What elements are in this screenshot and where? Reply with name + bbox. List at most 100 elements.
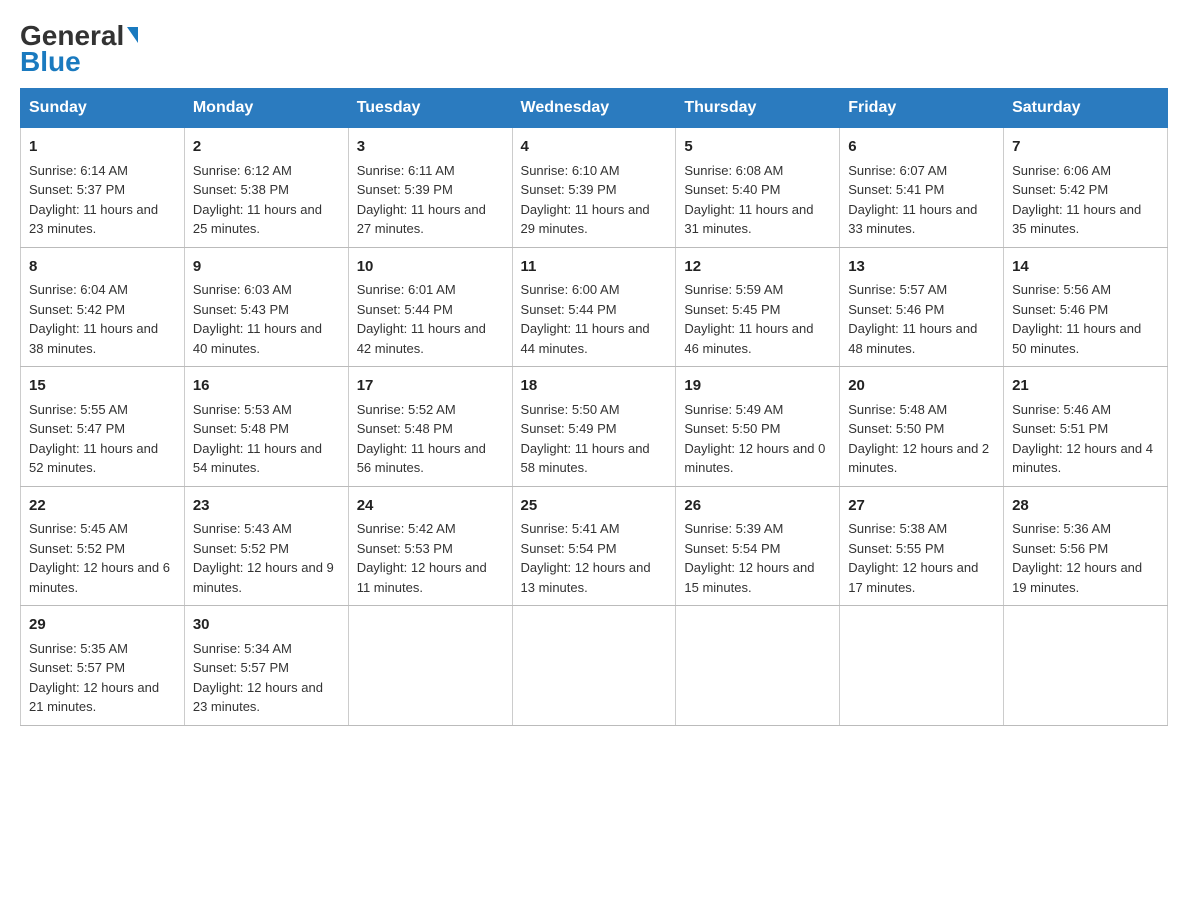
daylight-label: Daylight: 11 hours and 56 minutes.: [357, 441, 486, 476]
calendar-table: SundayMondayTuesdayWednesdayThursdayFrid…: [20, 88, 1168, 726]
calendar-header-monday: Monday: [184, 89, 348, 128]
sunset-label: Sunset: 5:50 PM: [848, 421, 944, 436]
daylight-label: Daylight: 12 hours and 0 minutes.: [684, 441, 825, 476]
daylight-label: Daylight: 11 hours and 38 minutes.: [29, 321, 158, 356]
day-number: 16: [193, 375, 340, 398]
calendar-cell: 22Sunrise: 5:45 AMSunset: 5:52 PMDayligh…: [21, 486, 185, 606]
sunset-label: Sunset: 5:44 PM: [521, 302, 617, 317]
sunrise-label: Sunrise: 5:43 AM: [193, 521, 292, 536]
calendar-cell: [676, 606, 840, 726]
day-number: 18: [521, 375, 668, 398]
sunrise-label: Sunrise: 5:52 AM: [357, 402, 456, 417]
day-number: 17: [357, 375, 504, 398]
sunset-label: Sunset: 5:43 PM: [193, 302, 289, 317]
calendar-cell: 2Sunrise: 6:12 AMSunset: 5:38 PMDaylight…: [184, 128, 348, 248]
calendar-cell: 11Sunrise: 6:00 AMSunset: 5:44 PMDayligh…: [512, 247, 676, 367]
calendar-cell: 29 Sunrise: 5:35 AM Sunset: 5:57 PM Dayligh…: [21, 606, 185, 726]
page-header: General Blue: [20, 20, 1168, 78]
calendar-header-thursday: Thursday: [676, 89, 840, 128]
sunset-label: Sunset: 5:40 PM: [684, 182, 780, 197]
calendar-header-tuesday: Tuesday: [348, 89, 512, 128]
sunrise-label: Sunrise: 5:55 AM: [29, 402, 128, 417]
calendar-cell: 30Sunrise: 5:34 AMSunset: 5:57 PMDayligh…: [184, 606, 348, 726]
calendar-cell: 17 Sunrise: 5:52 AM Sunset: 5:48 PM Dayligh…: [348, 367, 512, 487]
day-number: 4: [521, 136, 668, 159]
calendar-cell: 7Sunrise: 6:06 AMSunset: 5:42 PMDaylight…: [1004, 128, 1168, 248]
calendar-cell: 10Sunrise: 6:01 AMSunset: 5:44 PMDayligh…: [348, 247, 512, 367]
sunrise-label: Sunrise: 5:57 AM: [848, 282, 947, 297]
day-number: 2: [193, 136, 340, 159]
daylight-label: Daylight: 11 hours and 48 minutes.: [848, 321, 977, 356]
daylight-label: Daylight: 11 hours and 46 minutes.: [684, 321, 813, 356]
sunrise-label: Sunrise: 6:03 AM: [193, 282, 292, 297]
daylight-label: Daylight: 11 hours and 27 minutes.: [357, 202, 486, 237]
logo-triangle-icon: [127, 27, 138, 43]
calendar-cell: 18Sunrise: 5:50 AMSunset: 5:49 PMDayligh…: [512, 367, 676, 487]
calendar-week-row: 8Sunrise: 6:04 AMSunset: 5:42 PMDaylight…: [21, 247, 1168, 367]
sunset-label: Sunset: 5:48 PM: [357, 421, 453, 436]
calendar-header-row: SundayMondayTuesdayWednesdayThursdayFrid…: [21, 89, 1168, 128]
calendar-week-row: 22Sunrise: 5:45 AMSunset: 5:52 PMDayligh…: [21, 486, 1168, 606]
calendar-cell: 4 Sunrise: 6:10 AM Sunset: 5:39 PM Daylight…: [512, 128, 676, 248]
sunset-label: Sunset: 5:39 PM: [521, 182, 617, 197]
sunrise-label: Sunrise: 6:14 AM: [29, 163, 128, 178]
daylight-label: Daylight: 12 hours and 2 minutes.: [848, 441, 989, 476]
calendar-cell: 24Sunrise: 5:42 AMSunset: 5:53 PMDayligh…: [348, 486, 512, 606]
daylight-label: Daylight: 11 hours and 52 minutes.: [29, 441, 158, 476]
sunset-label: Sunset: 5:38 PM: [193, 182, 289, 197]
calendar-cell: 12Sunrise: 5:59 AMSunset: 5:45 PMDayligh…: [676, 247, 840, 367]
logo-blue-text: Blue: [20, 46, 81, 78]
day-number: 30: [193, 614, 340, 637]
day-number: 21: [1012, 375, 1159, 398]
day-number: 25: [521, 495, 668, 518]
sunset-label: Sunset: 5:57 PM: [29, 660, 125, 675]
day-number: 28: [1012, 495, 1159, 518]
calendar-header-sunday: Sunday: [21, 89, 185, 128]
sunset-label: Sunset: 5:52 PM: [29, 541, 125, 556]
daylight-label: Daylight: 11 hours and 29 minutes.: [521, 202, 650, 237]
daylight-label: Daylight: 11 hours and 50 minutes.: [1012, 321, 1141, 356]
sunrise-label: Sunrise: 6:10 AM: [521, 163, 620, 178]
day-number: 19: [684, 375, 831, 398]
sunset-label: Sunset: 5:37 PM: [29, 182, 125, 197]
sunset-label: Sunset: 5:42 PM: [29, 302, 125, 317]
daylight-label: Daylight: 11 hours and 54 minutes.: [193, 441, 322, 476]
sunrise-label: Sunrise: 5:39 AM: [684, 521, 783, 536]
day-number: 20: [848, 375, 995, 398]
sunrise-label: Sunrise: 6:07 AM: [848, 163, 947, 178]
sunset-label: Sunset: 5:51 PM: [1012, 421, 1108, 436]
day-number: 7: [1012, 136, 1159, 159]
sunrise-label: Sunrise: 6:12 AM: [193, 163, 292, 178]
day-number: 5: [684, 136, 831, 159]
daylight-label: Daylight: 12 hours and 4 minutes.: [1012, 441, 1153, 476]
calendar-cell: 21Sunrise: 5:46 AMSunset: 5:51 PMDayligh…: [1004, 367, 1168, 487]
day-number: 9: [193, 256, 340, 279]
day-number: 24: [357, 495, 504, 518]
calendar-cell: 20Sunrise: 5:48 AMSunset: 5:50 PMDayligh…: [840, 367, 1004, 487]
sunrise-label: Sunrise: 5:56 AM: [1012, 282, 1111, 297]
sunset-label: Sunset: 5:56 PM: [1012, 541, 1108, 556]
sunrise-label: Sunrise: 5:36 AM: [1012, 521, 1111, 536]
daylight-label: Daylight: 12 hours and 21 minutes.: [29, 680, 159, 715]
day-number: 6: [848, 136, 995, 159]
sunset-label: Sunset: 5:54 PM: [684, 541, 780, 556]
daylight-label: Daylight: 12 hours and 6 minutes.: [29, 560, 170, 595]
sunrise-label: Sunrise: 5:42 AM: [357, 521, 456, 536]
sunrise-label: Sunrise: 6:01 AM: [357, 282, 456, 297]
day-number: 26: [684, 495, 831, 518]
calendar-cell: 9 Sunrise: 6:03 AM Sunset: 5:43 PM Daylight…: [184, 247, 348, 367]
day-number: 29: [29, 614, 176, 637]
daylight-label: Daylight: 11 hours and 44 minutes.: [521, 321, 650, 356]
sunrise-label: Sunrise: 5:59 AM: [684, 282, 783, 297]
sunrise-label: Sunrise: 5:35 AM: [29, 641, 128, 656]
sunset-label: Sunset: 5:41 PM: [848, 182, 944, 197]
sunset-label: Sunset: 5:45 PM: [684, 302, 780, 317]
sunset-label: Sunset: 5:52 PM: [193, 541, 289, 556]
calendar-cell: [840, 606, 1004, 726]
sunrise-label: Sunrise: 6:08 AM: [684, 163, 783, 178]
sunrise-label: Sunrise: 6:00 AM: [521, 282, 620, 297]
calendar-header-friday: Friday: [840, 89, 1004, 128]
day-number: 14: [1012, 256, 1159, 279]
calendar-cell: 23Sunrise: 5:43 AMSunset: 5:52 PMDayligh…: [184, 486, 348, 606]
daylight-label: Daylight: 11 hours and 40 minutes.: [193, 321, 322, 356]
